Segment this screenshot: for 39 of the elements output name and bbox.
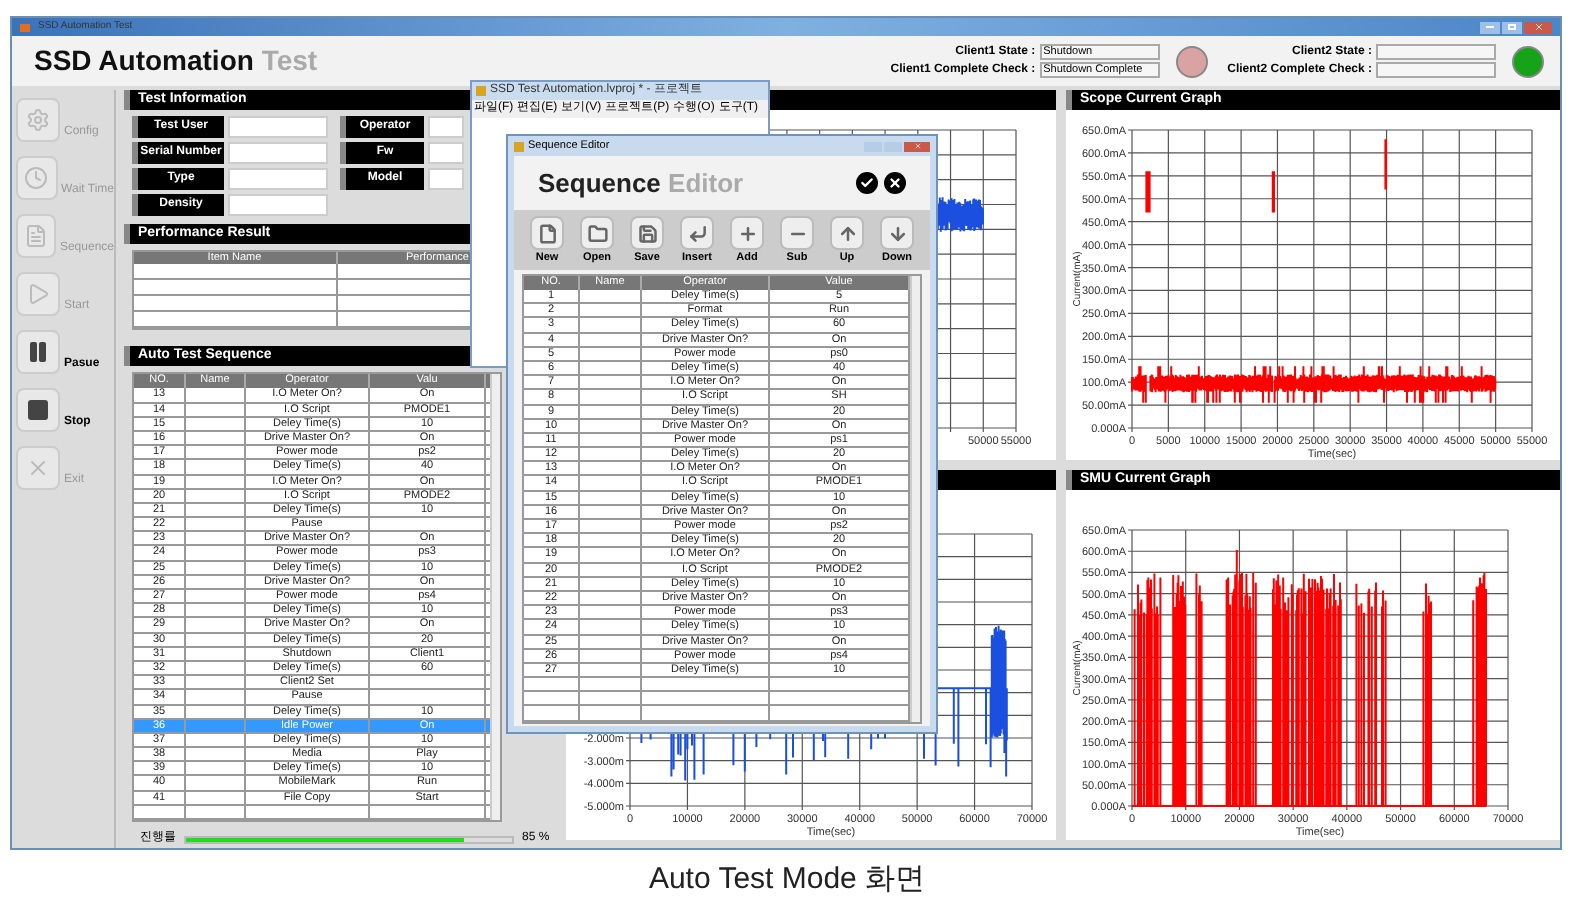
clock-icon bbox=[24, 166, 49, 191]
document-icon bbox=[23, 224, 48, 249]
input-field[interactable] bbox=[428, 116, 464, 139]
insert-icon bbox=[687, 223, 707, 243]
save-icon bbox=[637, 223, 657, 243]
confirm-button[interactable] bbox=[856, 172, 878, 194]
plus-icon bbox=[737, 223, 757, 243]
check-icon bbox=[860, 176, 874, 190]
up-arrow-icon bbox=[837, 223, 857, 243]
scrollbar[interactable] bbox=[910, 276, 920, 722]
input-field[interactable] bbox=[228, 194, 328, 217]
folder-icon bbox=[587, 223, 607, 243]
cancel-button[interactable] bbox=[884, 172, 906, 194]
gear-icon bbox=[26, 108, 50, 133]
play-icon bbox=[26, 282, 50, 307]
close-button[interactable] bbox=[1524, 21, 1552, 33]
pause-icon bbox=[26, 340, 50, 365]
file-icon bbox=[537, 223, 557, 243]
down-arrow-icon bbox=[887, 223, 907, 243]
input-field[interactable] bbox=[428, 168, 464, 191]
maximize-button[interactable] bbox=[1502, 21, 1522, 33]
check-field bbox=[1376, 62, 1496, 79]
close-button[interactable] bbox=[904, 141, 930, 151]
editor-title: Sequence Editor bbox=[538, 165, 744, 202]
cross-icon bbox=[26, 456, 50, 481]
input-field[interactable] bbox=[228, 168, 328, 191]
scrollbar[interactable] bbox=[490, 374, 500, 820]
close-icon bbox=[888, 176, 902, 190]
input-field[interactable] bbox=[428, 142, 464, 165]
stop-icon bbox=[26, 398, 50, 423]
app-icon bbox=[476, 86, 486, 96]
input-field[interactable] bbox=[228, 142, 328, 165]
minimize-button[interactable] bbox=[1480, 21, 1500, 33]
app-icon bbox=[514, 141, 524, 151]
app-title: SSD Automation Test bbox=[34, 42, 318, 81]
state-field bbox=[1376, 44, 1496, 61]
app-icon bbox=[20, 23, 30, 31]
input-field[interactable] bbox=[228, 116, 328, 139]
caption: Auto Test Mode 화면 bbox=[648, 860, 926, 900]
